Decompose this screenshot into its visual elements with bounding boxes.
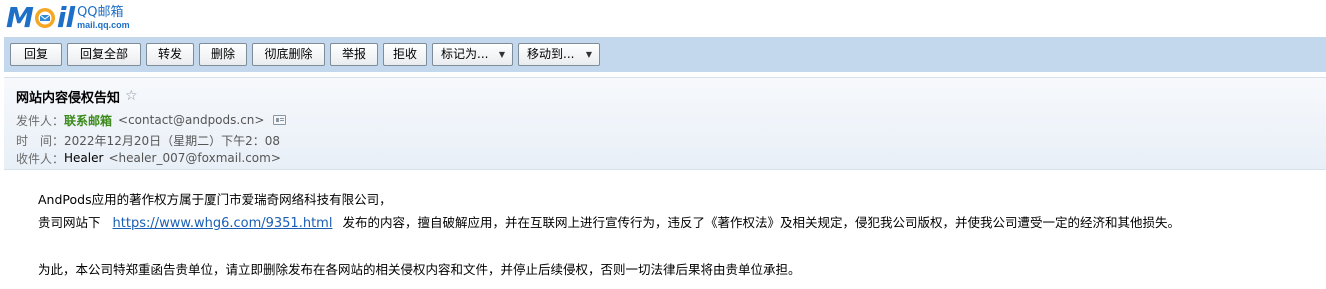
contact-card-icon[interactable]	[273, 115, 287, 125]
body-paragraph-3: 为此，本公司特郑重函告贵单位，请立即删除发布在各网站的相关侵权内容和文件，并停止…	[38, 262, 801, 277]
body-paragraph-1: AndPods应用的著作权方属于厦门市爱瑞奇网络科技有限公司，	[38, 192, 392, 207]
mail-subject: 网站内容侵权告知	[16, 90, 121, 106]
sender-name[interactable]: 联系邮箱	[64, 112, 112, 129]
logo-text: QQ邮箱 mail.qq.com	[77, 3, 130, 33]
from-label: 发件人：	[16, 113, 65, 128]
logo-wordmark: M il	[6, 1, 75, 34]
recipient-address[interactable]: <healer_007@foxmail.com>	[108, 151, 280, 165]
logo-product-name: QQ邮箱	[77, 5, 124, 20]
time-label: 时 间：	[16, 133, 65, 148]
report-spam-button[interactable]: 举报	[330, 43, 378, 66]
forward-button[interactable]: 转发	[146, 43, 194, 66]
star-icon[interactable]: ☆	[125, 88, 138, 104]
delete-permanently-button[interactable]: 彻底删除	[252, 43, 325, 66]
body-line2-prefix: 贵司网站下	[38, 215, 101, 230]
mail-header: 网站内容侵权告知 ☆ 发件人： 联系邮箱 <contact@andpods.cn…	[4, 77, 1326, 170]
move-to-label: 移动到...	[527, 47, 575, 61]
logo-letter-m: M	[6, 1, 34, 34]
reply-button[interactable]: 回复	[10, 43, 62, 66]
time-row: 时 间： 2022年12月20日（星期二）下午2：08	[16, 132, 280, 148]
chevron-down-icon: ▼	[498, 50, 505, 59]
sender-address[interactable]: <contact@andpods.cn>	[118, 113, 264, 127]
mark-as-label: 标记为...	[441, 47, 489, 61]
reject-button[interactable]: 拒收	[383, 43, 427, 66]
delete-button[interactable]: 删除	[199, 43, 247, 66]
to-row: 收件人： Healer <healer_007@foxmail.com>	[16, 150, 281, 166]
chevron-down-icon: ▼	[585, 50, 592, 59]
mark-as-dropdown[interactable]: 标记为... ▼	[432, 43, 513, 66]
envelope-o-icon	[34, 7, 56, 29]
to-label: 收件人：	[16, 151, 65, 166]
reply-all-button[interactable]: 回复全部	[67, 43, 141, 66]
subject-row: 网站内容侵权告知 ☆	[16, 87, 138, 106]
qq-mail-logo[interactable]: M il QQ邮箱 mail.qq.com	[6, 3, 130, 33]
logo-letters-il: il	[56, 1, 75, 34]
recipient-name[interactable]: Healer	[64, 151, 103, 165]
from-row: 发件人： 联系邮箱 <contact@andpods.cn>	[16, 112, 287, 129]
time-value: 2022年12月20日（星期二）下午2：08	[64, 133, 280, 148]
logo-domain: mail.qq.com	[77, 20, 130, 30]
logo-bar: M il QQ邮箱 mail.qq.com	[0, 0, 1326, 36]
infringing-url-link[interactable]: https://www.whg6.com/9351.html	[113, 216, 333, 231]
body-paragraph-2: 贵司网站下 https://www.whg6.com/9351.html 发布的内容…	[38, 213, 1180, 233]
mail-toolbar: 回复 回复全部 转发 删除 彻底删除 举报 拒收 标记为... ▼ 移动到...…	[4, 37, 1326, 72]
body-line2-suffix: 发布的内容，擅自破解应用，并在互联网上进行宣传行为，违反了《著作权法》及相关规定…	[342, 215, 1180, 230]
move-to-dropdown[interactable]: 移动到... ▼	[518, 43, 600, 66]
